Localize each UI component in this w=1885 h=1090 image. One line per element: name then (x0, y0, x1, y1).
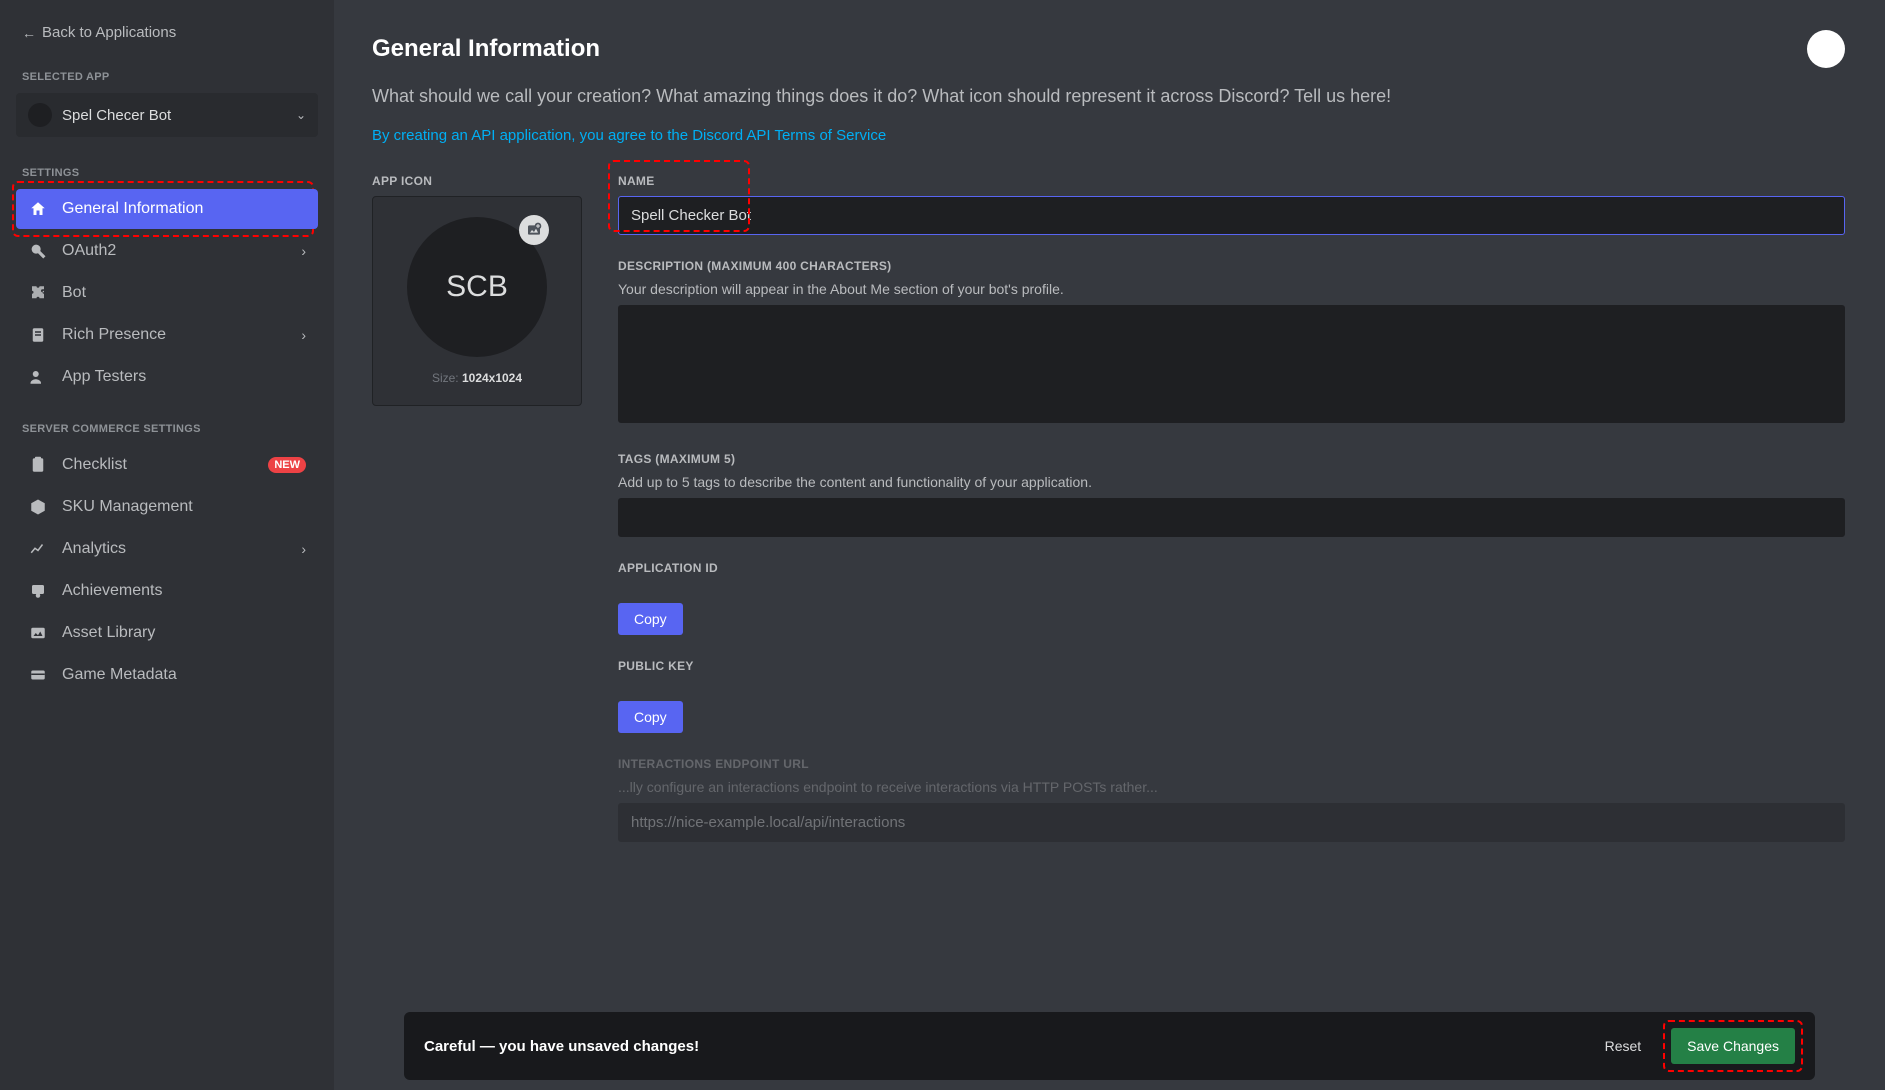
nav-label: Analytics (62, 540, 126, 558)
nav-checklist[interactable]: Checklist NEW (16, 445, 318, 485)
nav-label: Game Metadata (62, 666, 177, 684)
nav-achievements[interactable]: Achievements (16, 571, 318, 611)
upload-icon[interactable] (519, 215, 549, 245)
tags-helper: Add up to 5 tags to describe the content… (618, 474, 1845, 490)
chevron-right-icon: › (301, 243, 306, 259)
chevron-down-icon: ⌄ (296, 108, 306, 122)
card-icon (28, 665, 48, 685)
description-label: DESCRIPTION (MAXIMUM 400 CHARACTERS) (618, 259, 1845, 273)
main-content: General Information What should we call … (334, 0, 1885, 1090)
nav-rich-presence[interactable]: Rich Presence › (16, 315, 318, 355)
back-to-applications-link[interactable]: ← Back to Applications (16, 20, 318, 45)
people-icon (28, 367, 48, 387)
nav-general-information[interactable]: General Information (16, 189, 318, 229)
settings-nav: General Information OAuth2 › Bot Rich Pr… (16, 189, 318, 397)
endpoint-helper: ...lly configure an interactions endpoin… (618, 779, 1845, 795)
toast-message: Careful — you have unsaved changes! (424, 1038, 1575, 1055)
copy-application-id-button[interactable]: Copy (618, 603, 683, 635)
back-label: Back to Applications (42, 24, 176, 41)
description-helper: Your description will appear in the Abou… (618, 281, 1845, 297)
app-icon-initials: SCB (446, 270, 508, 304)
nav-sku-management[interactable]: SKU Management (16, 487, 318, 527)
user-avatar[interactable] (1807, 30, 1845, 68)
image-icon (28, 623, 48, 643)
nav-asset-library[interactable]: Asset Library (16, 613, 318, 653)
app-icon-uploader[interactable]: SCB Size: 1024x1024 (372, 196, 582, 406)
page-subtitle: What should we call your creation? What … (372, 86, 1845, 107)
description-input[interactable] (618, 305, 1845, 423)
app-icon-size: Size: 1024x1024 (432, 371, 522, 385)
copy-public-key-button[interactable]: Copy (618, 701, 683, 733)
selected-app-section-label: SELECTED APP (22, 71, 318, 83)
public-key-label: PUBLIC KEY (618, 659, 1845, 673)
document-icon (28, 325, 48, 345)
chevron-right-icon: › (301, 541, 306, 557)
home-icon (28, 199, 48, 219)
commerce-section-label: SERVER COMMERCE SETTINGS (22, 423, 318, 435)
puzzle-icon (28, 283, 48, 303)
nav-bot[interactable]: Bot (16, 273, 318, 313)
tags-label: TAGS (MAXIMUM 5) (618, 452, 1845, 466)
nav-analytics[interactable]: Analytics › (16, 529, 318, 569)
application-id-label: APPLICATION ID (618, 561, 1845, 575)
app-selector-name: Spel Checer Bot (62, 107, 286, 124)
nav-app-testers[interactable]: App Testers (16, 357, 318, 397)
nav-label: Asset Library (62, 624, 155, 642)
endpoint-label: INTERACTIONS ENDPOINT URL (618, 757, 1845, 771)
nav-game-metadata[interactable]: Game Metadata (16, 655, 318, 695)
nav-label: Bot (62, 284, 86, 302)
chart-icon (28, 539, 48, 559)
box-icon (28, 497, 48, 517)
commerce-nav: Checklist NEW SKU Management Analytics ›… (16, 445, 318, 695)
reset-button[interactable]: Reset (1593, 1030, 1654, 1062)
new-badge: NEW (268, 457, 306, 473)
trophy-icon (28, 581, 48, 601)
nav-label: SKU Management (62, 498, 193, 516)
nav-label: App Testers (62, 368, 146, 386)
app-selector[interactable]: Spel Checer Bot ⌄ (16, 93, 318, 137)
app-icon-preview: SCB (407, 217, 547, 357)
unsaved-changes-toast: Careful — you have unsaved changes! Rese… (404, 1012, 1815, 1080)
tos-link[interactable]: By creating an API application, you agre… (372, 127, 886, 144)
nav-label: Checklist (62, 456, 127, 474)
tags-input[interactable] (618, 498, 1845, 537)
settings-section-label: SETTINGS (22, 167, 318, 179)
nav-oauth2[interactable]: OAuth2 › (16, 231, 318, 271)
endpoint-input[interactable] (618, 803, 1845, 842)
name-label: NAME (618, 174, 1845, 188)
nav-label: Rich Presence (62, 326, 166, 344)
wrench-icon (28, 241, 48, 261)
clipboard-icon (28, 455, 48, 475)
save-changes-button[interactable]: Save Changes (1671, 1028, 1795, 1064)
nav-label: General Information (62, 200, 203, 218)
sidebar: ← Back to Applications SELECTED APP Spel… (0, 0, 334, 1090)
app-icon-label: APP ICON (372, 174, 582, 188)
nav-label: OAuth2 (62, 242, 116, 260)
nav-label: Achievements (62, 582, 163, 600)
page-title: General Information (372, 35, 600, 63)
app-avatar-icon (28, 103, 52, 127)
chevron-right-icon: › (301, 327, 306, 343)
name-input[interactable] (618, 196, 1845, 235)
arrow-left-icon: ← (22, 25, 36, 41)
